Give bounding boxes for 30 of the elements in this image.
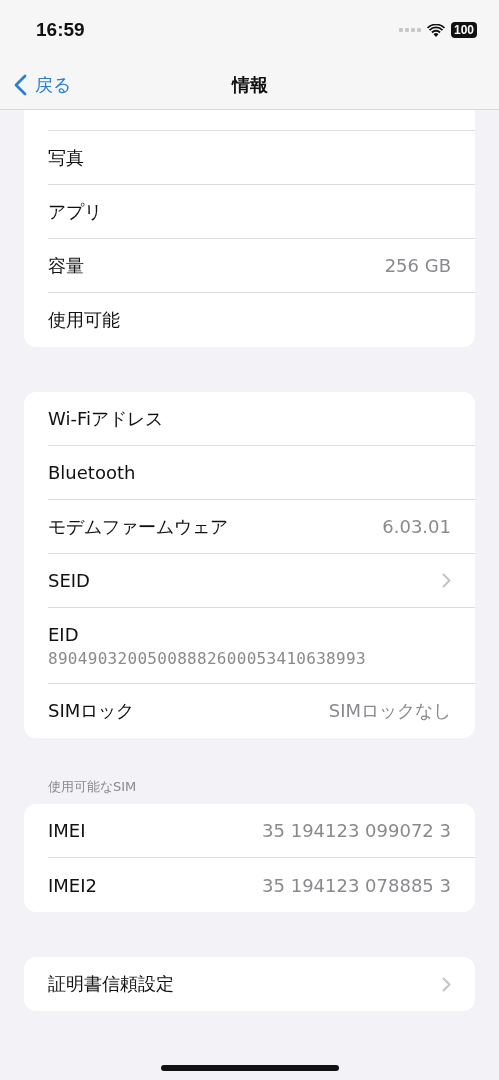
row-value: 35 194123 078885 3 bbox=[262, 874, 451, 896]
row-label: IMEI2 bbox=[48, 874, 97, 896]
row-label: 写真 bbox=[48, 145, 84, 170]
row-value: 35 194123 099072 3 bbox=[262, 820, 451, 841]
row-label: 使用可能 bbox=[48, 308, 120, 332]
row-label: 容量 bbox=[48, 253, 84, 278]
row-label: Bluetooth bbox=[48, 462, 136, 483]
row-value: 256 GB bbox=[384, 255, 451, 276]
status-time: 16:59 bbox=[36, 19, 85, 41]
back-button[interactable]: 戻る bbox=[0, 72, 71, 97]
signal-icon bbox=[398, 28, 421, 32]
chevron-right-icon bbox=[442, 573, 451, 588]
wifi-icon bbox=[426, 23, 445, 37]
row-label: モデムファームウェア bbox=[48, 514, 228, 539]
section-header: 使用可能なSIM bbox=[48, 778, 138, 796]
row-label: EID bbox=[48, 623, 79, 645]
row-label: IMEI bbox=[48, 820, 86, 841]
row-label: SIMロック bbox=[48, 699, 135, 723]
chevron-right-icon bbox=[442, 976, 451, 992]
row-value: SIMロックなし bbox=[328, 699, 451, 723]
chevron-left-icon bbox=[14, 73, 27, 96]
row-value: 89049032005008882600053410638993 bbox=[48, 648, 366, 668]
row-label: アプリ bbox=[48, 199, 102, 224]
page-title: 情報 bbox=[231, 72, 268, 97]
battery-indicator: 100 bbox=[450, 22, 477, 38]
back-label[interactable]: 戻る bbox=[35, 72, 71, 97]
row-label[interactable]: SEID bbox=[48, 570, 90, 591]
row-label: Wi-Fiアドレス bbox=[48, 406, 163, 431]
row-value: 6.03.01 bbox=[382, 516, 451, 537]
row-label[interactable]: 証明書信頼設定 bbox=[48, 972, 174, 996]
